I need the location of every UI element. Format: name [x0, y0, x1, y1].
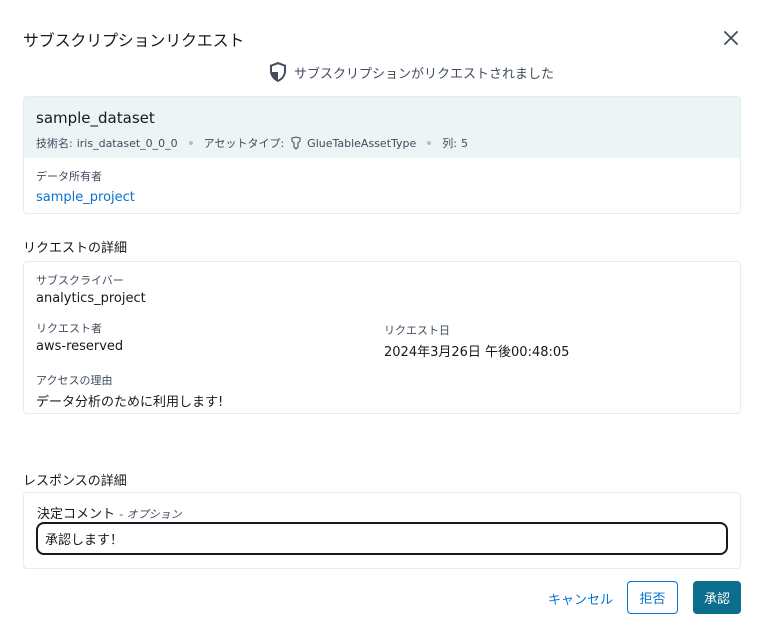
technical-name-value: iris_dataset_0_0_0 — [76, 136, 178, 150]
comment-label-row: 決定コメント - オプション — [37, 503, 182, 522]
comment-label: 決定コメント — [37, 507, 116, 522]
asset-name: sample_dataset — [36, 109, 155, 127]
request-details-card: サブスクライバー analytics_project リクエスト者 aws-re… — [23, 261, 741, 414]
decision-comment-input[interactable] — [36, 522, 728, 555]
status-message: サブスクリプションがリクエストされました — [268, 60, 554, 84]
asset-type-value: GlueTableAssetType — [307, 136, 417, 150]
separator-dot — [188, 141, 193, 145]
asset-card: sample_dataset 技術名: iris_dataset_0_0_0 ア… — [23, 96, 741, 214]
request-date-label: リクエスト日 — [384, 324, 450, 337]
asset-metadata: 技術名: iris_dataset_0_0_0 アセットタイプ: GlueTab… — [36, 135, 728, 151]
separator-dot — [427, 141, 432, 145]
technical-name-label: 技術名: — [36, 137, 73, 150]
close-icon — [724, 31, 738, 45]
comment-optional-hint: - オプション — [119, 508, 182, 521]
columns-label: 列: — [442, 137, 457, 150]
shield-icon — [270, 62, 286, 82]
status-text: サブスクリプションがリクエストされました — [294, 66, 555, 82]
requester-field: リクエスト者 aws-reserved — [36, 320, 123, 354]
reason-label: アクセスの理由 — [36, 374, 113, 387]
request-details-title: リクエストの詳細 — [23, 241, 128, 256]
asset-header: sample_dataset 技術名: iris_dataset_0_0_0 ア… — [24, 97, 740, 158]
requester-label: リクエスト者 — [36, 322, 102, 335]
reject-button[interactable]: 拒否 — [627, 581, 678, 614]
approve-button[interactable]: 承認 — [693, 581, 741, 614]
owner-link[interactable]: sample_project — [36, 190, 728, 205]
cancel-button[interactable]: キャンセル — [540, 582, 621, 614]
asset-owner-section: データ所有者 sample_project — [24, 158, 740, 213]
columns-value: 5 — [461, 136, 468, 150]
response-details-title: レスポンスの詳細 — [23, 474, 127, 489]
response-details-card: 決定コメント - オプション — [23, 492, 741, 569]
requester-value: aws-reserved — [36, 339, 124, 354]
subscriber-field: サブスクライバー analytics_project — [36, 272, 146, 306]
owner-label: データ所有者 — [36, 170, 102, 183]
subscriber-value: analytics_project — [36, 291, 146, 306]
subscriber-label: サブスクライバー — [36, 274, 124, 287]
request-date-field: リクエスト日 2024年3月26日 午後00:48:05 — [384, 322, 569, 360]
reason-field: アクセスの理由 データ分析のために利用します! — [36, 372, 223, 410]
subscription-request-modal: サブスクリプションリクエスト サブスクリプションがリクエストされました samp… — [0, 0, 764, 641]
asset-type-label: アセットタイプ: — [203, 137, 285, 150]
glue-icon — [291, 136, 301, 150]
modal-title: サブスクリプションリクエスト — [23, 31, 245, 50]
reason-value: データ分析のために利用します! — [36, 395, 224, 410]
request-date-value: 2024年3月26日 午後00:48:05 — [384, 345, 570, 360]
close-button[interactable] — [718, 25, 744, 51]
